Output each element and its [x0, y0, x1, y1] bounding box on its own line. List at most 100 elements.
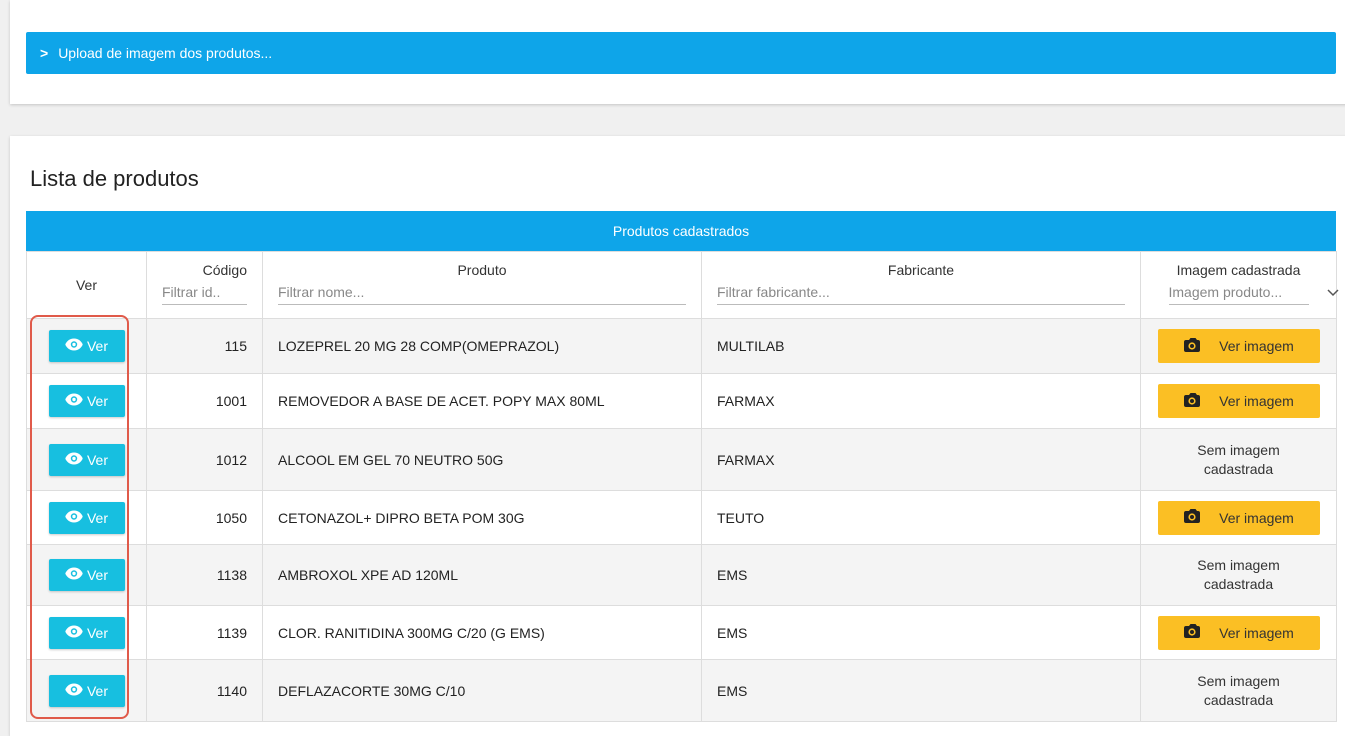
table-row: Ver 1139 CLOR. RANITIDINA 300MG C/20 (G … [26, 605, 1337, 660]
cell-imagem: Sem imagem cadastrada [1140, 544, 1337, 606]
ver-button[interactable]: Ver [48, 385, 125, 417]
cell-fabricante: EMS [701, 605, 1141, 660]
cell-codigo: 115 [146, 318, 263, 374]
cell-ver: Ver [26, 428, 147, 491]
eye-icon [65, 510, 87, 526]
upload-label: Upload de imagem dos produtos... [58, 45, 273, 61]
cell-ver: Ver [26, 490, 147, 545]
ver-imagem-button[interactable]: Ver imagem [1157, 329, 1320, 363]
ver-imagem-button[interactable]: Ver imagem [1157, 384, 1320, 418]
ver-button-label: Ver [86, 338, 108, 354]
camera-icon [1183, 392, 1219, 411]
cell-imagem: Ver imagem [1140, 605, 1337, 660]
ver-button-label: Ver [86, 509, 108, 526]
table-row: Ver 1138 AMBROXOL XPE AD 120ML EMS Sem i… [26, 544, 1337, 606]
ver-button-label: Ver [86, 624, 108, 641]
eye-icon [65, 567, 87, 583]
cell-codigo: 1050 [146, 490, 263, 545]
ver-imagem-button[interactable]: Ver imagem [1157, 615, 1320, 650]
cell-fabricante: FARMAX [701, 373, 1141, 429]
cell-fabricante: EMS [701, 659, 1141, 722]
imagem-filter-select[interactable]: Imagem produto... [1168, 280, 1339, 305]
cell-ver: Ver [26, 373, 147, 429]
ver-button[interactable]: Ver [48, 443, 125, 476]
table-header-row: Ver Código Produto [26, 251, 1339, 319]
ver-imagem-button[interactable]: Ver imagem [1157, 500, 1320, 535]
eye-icon [65, 625, 87, 641]
cell-fabricante: TEUTO [701, 490, 1141, 545]
cell-fabricante: FARMAX [701, 428, 1141, 491]
sem-imagem-text: Sem imagem cadastrada [1197, 557, 1280, 592]
cell-imagem: Ver imagem [1140, 490, 1337, 545]
cell-imagem: Sem imagem cadastrada [1140, 659, 1337, 722]
cell-produto: ALCOOL EM GEL 70 NEUTRO 50G [262, 428, 702, 491]
eye-icon [65, 683, 87, 699]
cell-produto: DEFLAZACORTE 30MG C/10 [262, 659, 702, 722]
column-label-fabricante: Fabricante [887, 262, 955, 278]
column-header-codigo: Código [146, 251, 263, 319]
product-list-card: Lista de produtos Produtos cadastrados V… [10, 136, 1345, 736]
ver-button[interactable]: Ver [48, 330, 125, 362]
table-row: Ver 1012 ALCOOL EM GEL 70 NEUTRO 50G FAR… [26, 428, 1337, 491]
ver-button-label: Ver [86, 682, 108, 699]
table-row: Ver 115 LOZEPREL 20 MG 28 COMP(OMEPRAZOL… [26, 318, 1337, 374]
fabricante-filter-input[interactable] [717, 280, 1125, 305]
ver-button[interactable]: Ver [48, 616, 125, 649]
ver-imagem-label: Ver imagem [1219, 509, 1294, 526]
cell-imagem: Ver imagem [1140, 373, 1337, 429]
column-label-produto: Produto [457, 262, 507, 278]
table-row: Ver 1001 REMOVEDOR A BASE DE ACET. POPY … [26, 373, 1337, 429]
cell-produto: AMBROXOL XPE AD 120ML [262, 544, 702, 606]
sem-imagem-text: Sem imagem cadastrada [1197, 441, 1280, 477]
ver-imagem-label: Ver imagem [1219, 624, 1294, 641]
cell-imagem: Sem imagem cadastrada [1140, 428, 1337, 491]
camera-icon [1183, 623, 1219, 642]
upload-card: > Upload de imagem dos produtos... [10, 0, 1345, 104]
chevron-down-icon [1326, 286, 1339, 300]
cell-produto: CETONAZOL+ DIPRO BETA POM 30G [262, 490, 702, 545]
ver-button-label: Ver [86, 451, 108, 468]
cell-ver: Ver [26, 318, 147, 374]
cell-codigo: 1138 [146, 544, 263, 606]
ver-button[interactable]: Ver [48, 559, 125, 591]
ver-imagem-label: Ver imagem [1219, 393, 1294, 409]
eye-icon [65, 338, 87, 354]
ver-button[interactable]: Ver [48, 674, 125, 707]
table-body: Ver 115 LOZEPREL 20 MG 28 COMP(OMEPRAZOL… [26, 318, 1337, 722]
column-header-produto: Produto [262, 251, 702, 319]
sem-imagem-text: Sem imagem cadastrada [1197, 672, 1280, 708]
eye-icon [65, 393, 87, 409]
produto-filter-input[interactable] [278, 280, 686, 305]
column-label-imagem: Imagem cadastrada [1176, 262, 1301, 278]
cell-produto: REMOVEDOR A BASE DE ACET. POPY MAX 80ML [262, 373, 702, 429]
cell-codigo: 1139 [146, 605, 263, 660]
column-label-codigo: Código [202, 262, 247, 278]
upload-toggle-bar[interactable]: > Upload de imagem dos produtos... [26, 32, 1336, 74]
codigo-filter-input[interactable] [162, 280, 247, 305]
cell-fabricante: MULTILAB [701, 318, 1141, 374]
cell-fabricante: EMS [701, 544, 1141, 606]
cell-ver: Ver [26, 605, 147, 660]
imagem-select-value: Imagem produto... [1168, 280, 1309, 305]
cell-codigo: 1012 [146, 428, 263, 491]
ver-button-label: Ver [86, 567, 108, 583]
ver-imagem-label: Ver imagem [1219, 338, 1294, 354]
table-row: Ver 1140 DEFLAZACORTE 30MG C/10 EMS Sem … [26, 659, 1337, 722]
cell-imagem: Ver imagem [1140, 318, 1337, 374]
cell-ver: Ver [26, 544, 147, 606]
ver-button[interactable]: Ver [48, 501, 125, 534]
products-table-wrapper: Produtos cadastrados Ver Código Filtrar … [26, 211, 1339, 722]
table-row: Ver 1050 CETONAZOL+ DIPRO BETA POM 30G T… [26, 490, 1337, 545]
cell-ver: Ver [26, 659, 147, 722]
column-header-ver: Ver [26, 251, 147, 319]
page-title: Lista de produtos [30, 166, 199, 191]
cell-produto: LOZEPREL 20 MG 28 COMP(OMEPRAZOL) [262, 318, 702, 374]
table-banner: Produtos cadastrados [26, 211, 1336, 251]
column-label-ver: Ver [75, 277, 97, 293]
cell-codigo: 1140 [146, 659, 263, 722]
column-header-imagem: Imagem cadastrada Imagem produto... [1140, 251, 1339, 319]
camera-icon [1183, 337, 1219, 356]
camera-icon [1183, 508, 1219, 527]
ver-button-label: Ver [86, 393, 108, 409]
cell-produto: CLOR. RANITIDINA 300MG C/20 (G EMS) [262, 605, 702, 660]
